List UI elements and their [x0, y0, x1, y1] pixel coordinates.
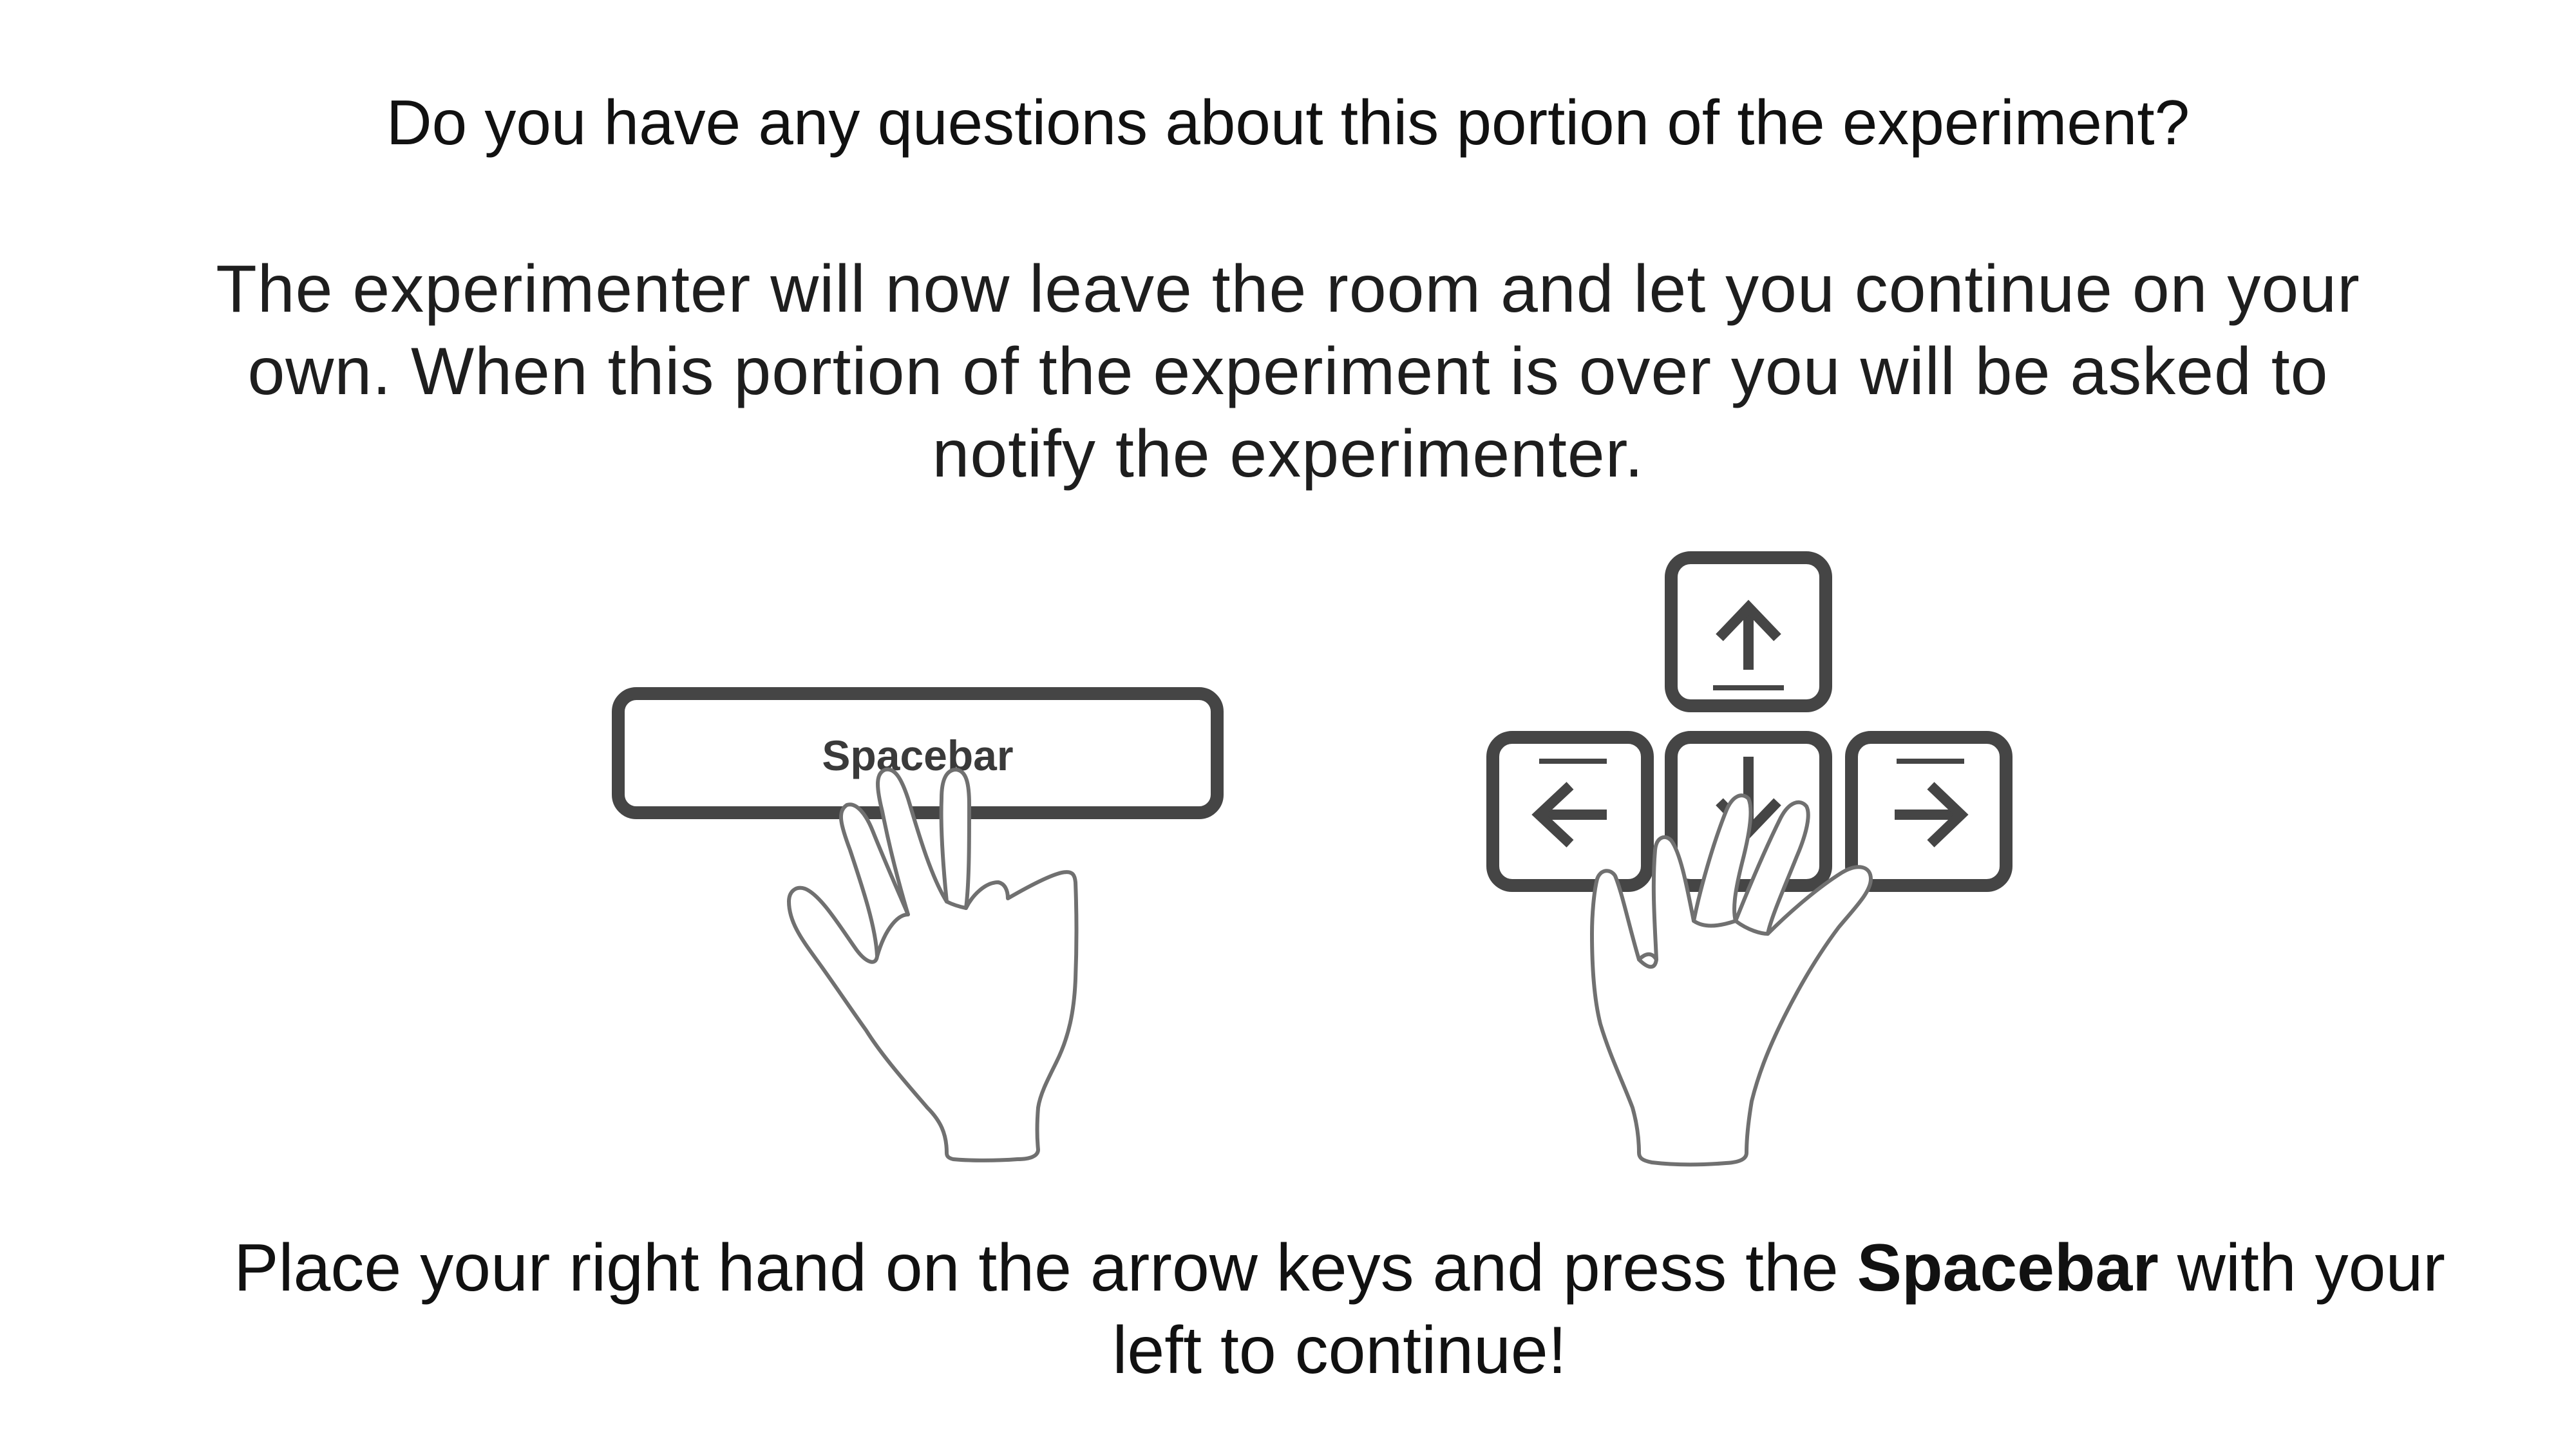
instruction-text: Place your right hand on the arrow keys …	[193, 1227, 2486, 1392]
right-arrow-key	[1845, 731, 2012, 892]
left-hand-icon	[787, 767, 1079, 1162]
left-arrow-key	[1486, 731, 1654, 892]
arrow-keys-illustration	[1486, 551, 2012, 1167]
instruction-text-start: Place your right hand on the arrow keys …	[234, 1231, 1857, 1305]
spacebar-illustration: Spacebar	[612, 687, 1224, 1162]
instruction-spacebar-emphasis: Spacebar	[1857, 1231, 2159, 1305]
up-arrow-key	[1665, 551, 1832, 712]
spacebar-key-label: Spacebar	[822, 732, 1013, 779]
